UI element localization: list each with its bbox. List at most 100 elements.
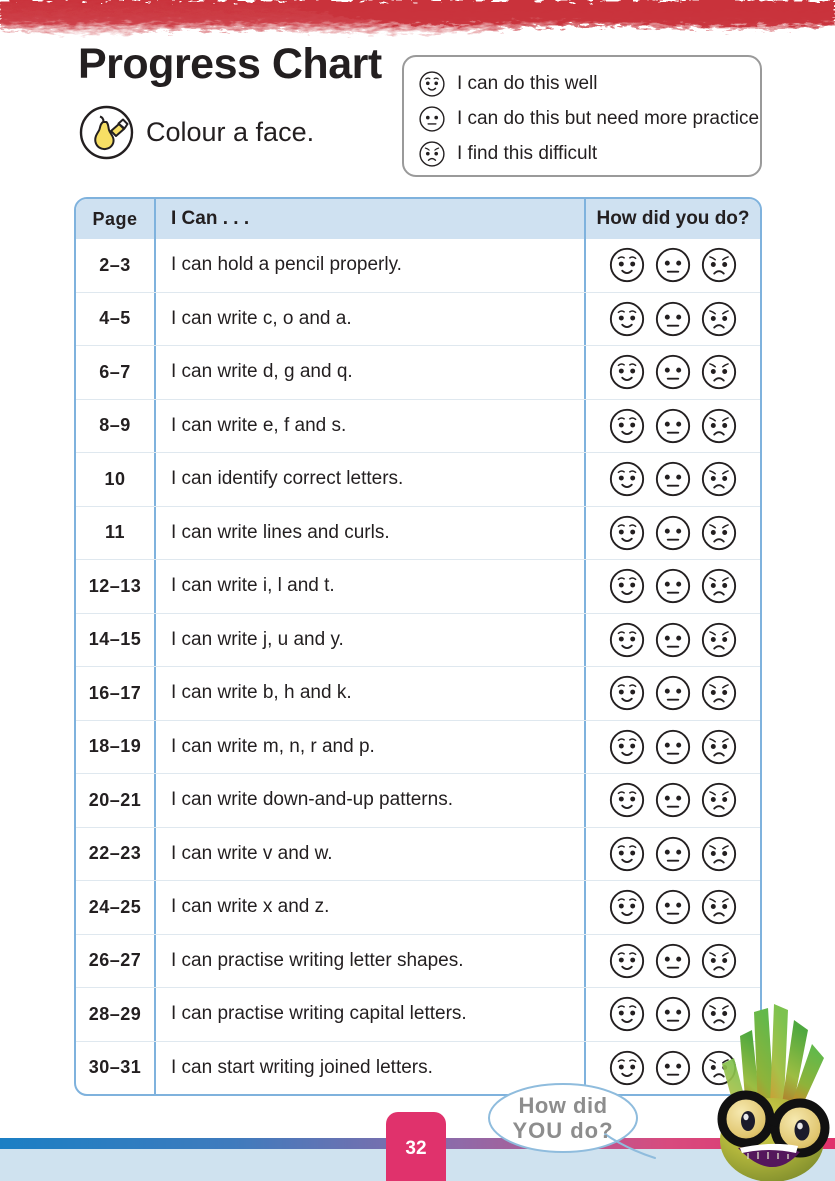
sad-face-icon[interactable] <box>700 407 738 445</box>
neutral-face-icon[interactable] <box>654 353 692 391</box>
cell-page: 16–17 <box>76 667 156 720</box>
neutral-face-icon[interactable] <box>654 781 692 819</box>
happy-face-icon[interactable] <box>608 995 646 1033</box>
sad-face-icon[interactable] <box>700 567 738 605</box>
neutral-face-icon[interactable] <box>654 835 692 873</box>
happy-face-icon[interactable] <box>608 835 646 873</box>
cell-page: 18–19 <box>76 720 156 773</box>
neutral-face-icon[interactable] <box>654 246 692 284</box>
sad-face-icon[interactable] <box>700 514 738 552</box>
sad-face-icon[interactable] <box>700 728 738 766</box>
cell-i-can: I can write d, g and q. <box>156 346 586 399</box>
sad-face-icon[interactable] <box>700 300 738 338</box>
cell-i-can: I can write c, o and a. <box>156 292 586 345</box>
neutral-face-icon[interactable] <box>654 514 692 552</box>
happy-face-icon[interactable] <box>608 514 646 552</box>
cell-i-can: I can write i, l and t. <box>156 560 586 613</box>
happy-face-icon[interactable] <box>608 246 646 284</box>
legend-item-happy: I can do this well <box>418 66 760 101</box>
happy-face-icon[interactable] <box>608 300 646 338</box>
cell-page: 20–21 <box>76 774 156 827</box>
sad-face-icon[interactable] <box>700 674 738 712</box>
legend-item-sad: I find this difficult <box>418 136 760 171</box>
neutral-face-icon[interactable] <box>654 674 692 712</box>
table-row: 8–9 I can write e, f and s. <box>76 398 760 452</box>
sad-face-icon[interactable] <box>700 942 738 980</box>
cell-page: 28–29 <box>76 988 156 1041</box>
cell-page: 30–31 <box>76 1041 156 1094</box>
cell-page: 14–15 <box>76 613 156 666</box>
sad-face-icon[interactable] <box>700 460 738 498</box>
sad-face-icon[interactable] <box>700 246 738 284</box>
table-row: 2–3 I can hold a pencil properly. <box>76 239 760 292</box>
legend-label-neutral: I can do this but need more practice <box>457 107 760 129</box>
cell-how-did-you-do <box>586 774 760 827</box>
cell-how-did-you-do <box>586 239 760 292</box>
happy-face-icon[interactable] <box>608 407 646 445</box>
sad-face-icon <box>418 140 446 168</box>
cell-how-did-you-do <box>586 560 760 613</box>
happy-face-icon[interactable] <box>608 353 646 391</box>
neutral-face-icon[interactable] <box>654 728 692 766</box>
sad-face-icon[interactable] <box>700 353 738 391</box>
cell-page: 6–7 <box>76 346 156 399</box>
page-number-tab: 32 <box>386 1112 446 1181</box>
cell-how-did-you-do <box>586 507 760 560</box>
neutral-face-icon[interactable] <box>654 407 692 445</box>
cell-i-can: I can identify correct letters. <box>156 453 586 506</box>
cell-page: 22–23 <box>76 827 156 880</box>
happy-face-icon[interactable] <box>608 460 646 498</box>
cell-i-can: I can write lines and curls. <box>156 506 586 559</box>
legend-item-neutral: I can do this but need more practice <box>418 101 760 136</box>
happy-face-icon[interactable] <box>608 781 646 819</box>
happy-face-icon[interactable] <box>608 942 646 980</box>
instruction-row: Colour a face. <box>78 104 314 161</box>
cell-page: 26–27 <box>76 934 156 987</box>
cell-i-can: I can write down-and-up patterns. <box>156 774 586 827</box>
page-title: Progress Chart <box>78 40 382 88</box>
table-row: 11 I can write lines and curls. <box>76 505 760 560</box>
cell-how-did-you-do <box>586 614 760 667</box>
table-row: 28–29 I can practise writing capital lett… <box>76 987 760 1041</box>
cell-i-can: I can write x and z. <box>156 881 586 934</box>
pear-paint-icon <box>78 104 135 161</box>
cell-i-can: I can write m, n, r and p. <box>156 720 586 773</box>
table-row: 14–15 I can write j, u and y. <box>76 612 760 667</box>
happy-face-icon[interactable] <box>608 621 646 659</box>
happy-face-icon[interactable] <box>608 888 646 926</box>
cell-how-did-you-do <box>586 935 760 988</box>
page-number: 32 <box>405 1138 427 1159</box>
neutral-face-icon[interactable] <box>654 567 692 605</box>
cell-i-can: I can practise writing letter shapes. <box>156 934 586 987</box>
column-header-i-can: I Can . . . <box>156 199 586 239</box>
cell-how-did-you-do <box>586 667 760 720</box>
happy-face-icon[interactable] <box>608 567 646 605</box>
cell-i-can: I can write j, u and y. <box>156 613 586 666</box>
neutral-face-icon[interactable] <box>654 1049 692 1087</box>
table-row: 20–21 I can write down-and-up patterns. <box>76 773 760 827</box>
legend-label-happy: I can do this well <box>457 72 598 94</box>
neutral-face-icon[interactable] <box>654 460 692 498</box>
sad-face-icon[interactable] <box>700 781 738 819</box>
neutral-face-icon[interactable] <box>654 888 692 926</box>
speech-bubble: How did YOU do? <box>487 1082 659 1164</box>
neutral-face-icon[interactable] <box>654 300 692 338</box>
happy-face-icon[interactable] <box>608 674 646 712</box>
neutral-face-icon[interactable] <box>654 621 692 659</box>
sad-face-icon[interactable] <box>700 835 738 873</box>
cell-page: 12–13 <box>76 560 156 613</box>
cell-i-can: I can practise writing capital letters. <box>156 988 586 1041</box>
instruction-label: Colour a face. <box>146 117 315 147</box>
sad-face-icon[interactable] <box>700 621 738 659</box>
happy-face-icon[interactable] <box>608 728 646 766</box>
column-header-how-did-you-do: How did you do? <box>596 208 750 229</box>
sad-face-icon[interactable] <box>700 888 738 926</box>
cell-page: 11 <box>76 506 156 559</box>
neutral-face-icon[interactable] <box>654 995 692 1033</box>
table-row: 24–25 I can write x and z. <box>76 880 760 934</box>
cell-how-did-you-do <box>586 881 760 934</box>
column-header-page: Page <box>76 199 156 239</box>
neutral-face-icon <box>418 105 446 133</box>
neutral-face-icon[interactable] <box>654 942 692 980</box>
cell-how-did-you-do <box>586 828 760 881</box>
